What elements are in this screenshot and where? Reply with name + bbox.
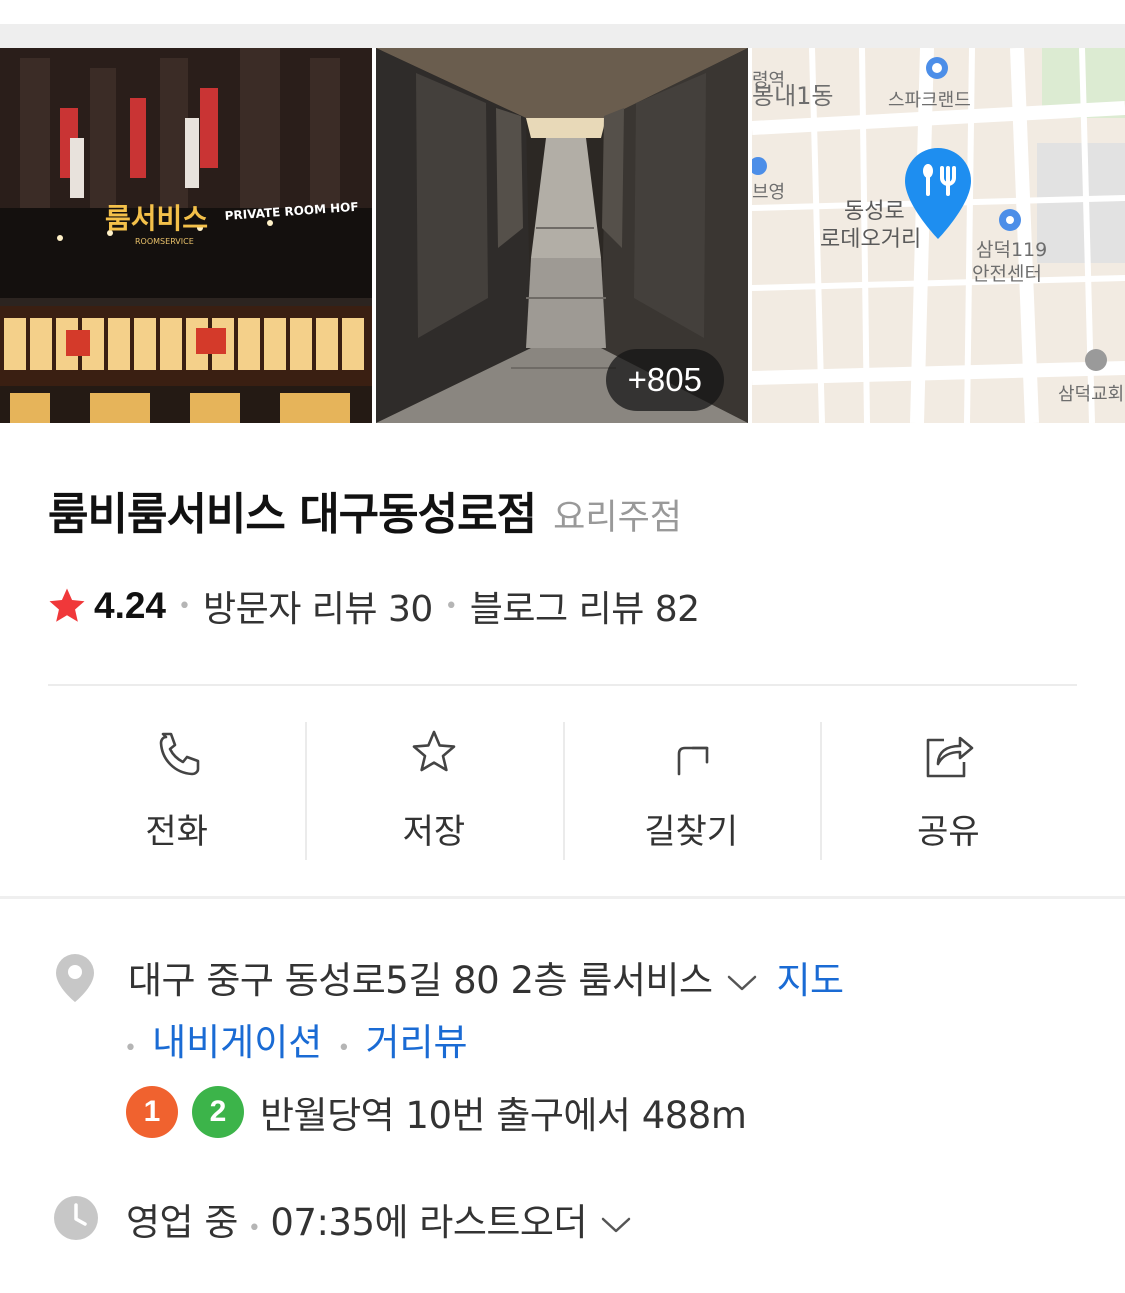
map-label: 브영 <box>752 182 785 203</box>
star-outline-icon <box>412 730 456 772</box>
location-pin-icon <box>56 954 94 1002</box>
directions-icon <box>677 746 709 776</box>
photo-gallery: 룸서비스 ROOMSERVICE PRIVATE ROOM HOF +805 봉… <box>0 48 1125 423</box>
share-label: 공유 <box>917 812 980 852</box>
phone-icon <box>159 732 199 776</box>
navigation-links-row: • 내비게이션 • 거리뷰 <box>124 1012 468 1068</box>
storefront-sign-text: 룸서비스 <box>105 202 208 235</box>
chevron-down-icon[interactable] <box>601 1216 631 1234</box>
subway-row: 1 2 반월당역 10번 출구에서 488m <box>126 1084 747 1140</box>
save-label: 저장 <box>402 812 466 852</box>
map-label: 안전센터 <box>972 263 1042 285</box>
rating-star-icon <box>49 588 85 622</box>
divider <box>48 684 1077 686</box>
chevron-down-icon[interactable] <box>727 974 757 992</box>
subway-line-2-badge: 2 <box>192 1086 244 1138</box>
share-button[interactable]: 공유 <box>819 722 1077 862</box>
share-icon <box>927 736 974 778</box>
address-row: 대구 중구 동성로5길 80 2층 룸서비스 지도 <box>48 948 1088 1004</box>
storefront-sub-text: ROOMSERVICE <box>135 237 194 246</box>
action-bar: 전화 저장 길찾기 공유 <box>48 722 1077 862</box>
section-divider <box>0 896 1125 899</box>
place-title-row: 룸비룸서비스 대구동성로점 요리주점 <box>48 478 1088 542</box>
call-label: 전화 <box>145 812 208 852</box>
subway-line-1-badge: 1 <box>126 1086 178 1138</box>
hours-text: 영업 중 • 07:35에 라스트오더 <box>126 1192 651 1246</box>
photo-more-badge[interactable]: +805 <box>605 349 724 411</box>
visitor-reviews-link[interactable]: 방문자 리뷰 30 <box>203 580 433 632</box>
clock-icon <box>54 1196 98 1240</box>
address-text: 대구 중구 동성로5길 80 2층 룸서비스 지도 <box>128 950 844 1004</box>
place-category: 요리주점 <box>553 498 682 538</box>
map-thumbnail[interactable]: 봉내1동 스파크랜드 동성로 로데오거리 삼덕119 안전센터 삼덕교회 브영 … <box>752 48 1125 423</box>
separator-dot: • <box>444 593 458 619</box>
navigation-link[interactable]: 내비게이션 <box>152 1021 322 1064</box>
rating-value: 4.24 <box>94 585 167 626</box>
business-hours-row[interactable]: 영업 중 • 07:35에 라스트오더 <box>48 1188 1088 1248</box>
street-view-link[interactable]: 거리뷰 <box>365 1021 467 1064</box>
address-value: 대구 중구 동성로5길 80 2층 룸서비스 <box>128 959 713 1002</box>
save-button[interactable]: 저장 <box>305 722 562 862</box>
separator-dot: • <box>178 593 191 619</box>
separator-dot: • <box>247 1216 261 1241</box>
storefront-photo[interactable]: 룸서비스 ROOMSERVICE PRIVATE ROOM HOF <box>0 48 372 423</box>
hours-status: 영업 중 <box>126 1201 238 1244</box>
map-label: 스파크랜드 <box>888 90 971 111</box>
map-label: 삼덕교회 <box>1058 384 1124 405</box>
separator-dot: • <box>337 1036 351 1061</box>
place-name: 룸비룸서비스 대구동성로점 <box>48 489 537 540</box>
rating-row: 4.24 • 방문자 리뷰 30 • 블로그 리뷰 82 <box>46 578 700 634</box>
blog-reviews-link[interactable]: 블로그 리뷰 82 <box>470 580 700 632</box>
map-label: 로데오거리 <box>820 227 921 252</box>
map-label: 령역 <box>752 70 785 91</box>
call-button[interactable]: 전화 <box>48 722 305 862</box>
directions-label: 길찾기 <box>644 812 739 852</box>
map-label: 동성로 <box>844 199 905 224</box>
top-separator <box>0 24 1125 48</box>
interior-photo[interactable]: +805 <box>376 48 748 423</box>
map-label: 삼덕119 <box>976 239 1047 261</box>
separator-dot: • <box>124 1036 137 1061</box>
last-order-text: 07:35에 라스트오더 <box>270 1201 588 1244</box>
map-link[interactable]: 지도 <box>777 959 845 1002</box>
subway-distance-text: 반월당역 10번 출구에서 488m <box>260 1094 747 1137</box>
status-area <box>0 0 1125 24</box>
directions-button[interactable]: 길찾기 <box>562 722 820 862</box>
